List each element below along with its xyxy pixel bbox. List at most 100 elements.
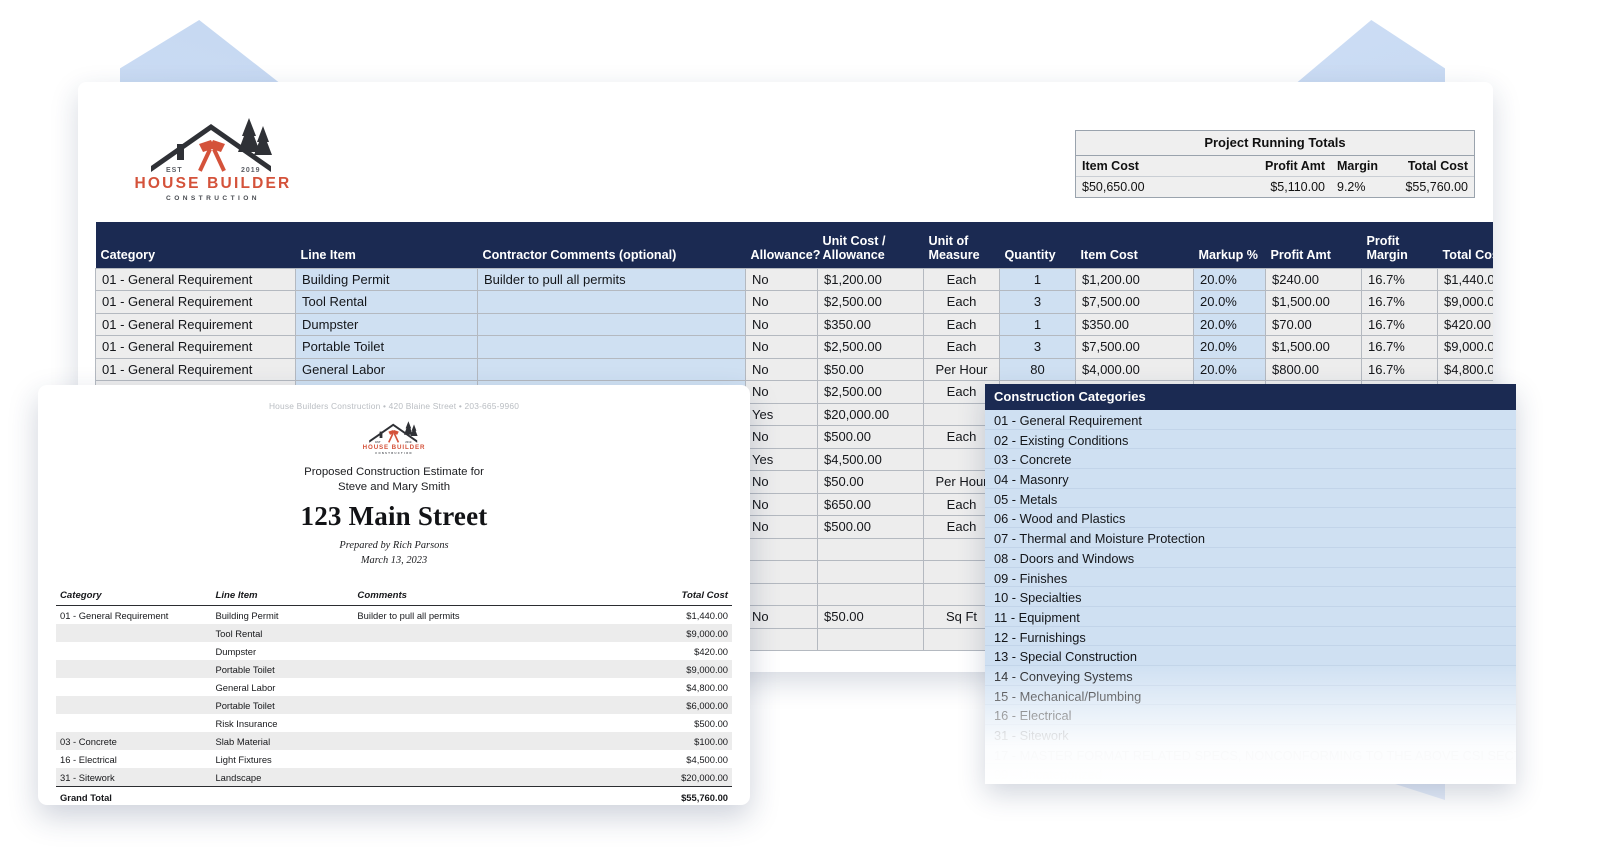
cell-qty[interactable]: 1 bbox=[1000, 313, 1076, 336]
cell-unit-cost[interactable] bbox=[818, 628, 924, 651]
cell-comments[interactable]: Builder to pull all permits bbox=[478, 268, 746, 291]
category-option[interactable]: 13 - Special Construction bbox=[985, 646, 1516, 666]
table-row[interactable]: 01 - General RequirementTool RentalNo$2,… bbox=[96, 291, 1494, 314]
table-row[interactable]: 01 - General RequirementDumpsterNo$350.0… bbox=[96, 313, 1494, 336]
col-header-category[interactable]: Category bbox=[96, 222, 296, 268]
col-header-total-cost[interactable]: Total Cost bbox=[1438, 222, 1494, 268]
cell-allowance[interactable]: No bbox=[746, 471, 818, 494]
cell-profit-amt[interactable]: $1,500.00 bbox=[1266, 291, 1362, 314]
cell-category[interactable]: 01 - General Requirement bbox=[96, 268, 296, 291]
col-header-markup[interactable]: Markup % bbox=[1194, 222, 1266, 268]
cell-profit-amt[interactable]: $70.00 bbox=[1266, 313, 1362, 336]
category-option[interactable]: 16 - Electrical bbox=[985, 705, 1516, 725]
cell-allowance[interactable]: No bbox=[746, 268, 818, 291]
cell-allowance[interactable]: No bbox=[746, 358, 818, 381]
cell-unit-cost[interactable]: $2,500.00 bbox=[818, 291, 924, 314]
category-option[interactable]: 31 - Sitework bbox=[985, 725, 1516, 745]
col-header-quantity[interactable]: Quantity bbox=[1000, 222, 1076, 268]
cell-profit-amt[interactable]: $240.00 bbox=[1266, 268, 1362, 291]
cell-allowance[interactable]: No bbox=[746, 313, 818, 336]
cell-unit-cost[interactable] bbox=[818, 561, 924, 584]
table-row[interactable]: 01 - General RequirementBuilding PermitB… bbox=[96, 268, 1494, 291]
cell-item-cost[interactable]: $4,000.00 bbox=[1076, 358, 1194, 381]
category-option[interactable]: 12 - Furnishings bbox=[985, 627, 1516, 647]
cell-item-cost[interactable]: $7,500.00 bbox=[1076, 336, 1194, 359]
cell-unit-cost[interactable]: $650.00 bbox=[818, 493, 924, 516]
cell-allowance[interactable]: Yes bbox=[746, 448, 818, 471]
category-option[interactable]: 01 - General Requirement bbox=[985, 410, 1516, 430]
cell-unit-cost[interactable]: $50.00 bbox=[818, 358, 924, 381]
cell-profit-margin[interactable]: 16.7% bbox=[1362, 358, 1438, 381]
cell-item-cost[interactable]: $1,200.00 bbox=[1076, 268, 1194, 291]
cell-unit-cost[interactable] bbox=[818, 583, 924, 606]
cell-unit-cost[interactable]: $20,000.00 bbox=[818, 403, 924, 426]
cell-category[interactable]: 01 - General Requirement bbox=[96, 358, 296, 381]
cell-unit-cost[interactable]: $500.00 bbox=[818, 426, 924, 449]
cell-markup[interactable]: 20.0% bbox=[1194, 268, 1266, 291]
cell-uom[interactable]: Each bbox=[924, 336, 1000, 359]
cell-profit-margin[interactable]: 16.7% bbox=[1362, 268, 1438, 291]
col-header-line-item[interactable]: Line Item bbox=[296, 222, 478, 268]
cell-qty[interactable]: 3 bbox=[1000, 336, 1076, 359]
cell-uom[interactable]: Each bbox=[924, 313, 1000, 336]
cell-category[interactable]: 01 - General Requirement bbox=[96, 336, 296, 359]
cell-allowance[interactable]: No bbox=[746, 426, 818, 449]
cell-markup[interactable]: 20.0% bbox=[1194, 336, 1266, 359]
cell-comments[interactable] bbox=[478, 313, 746, 336]
cell-allowance[interactable]: No bbox=[746, 606, 818, 629]
category-option[interactable]: 02 - Existing Conditions bbox=[985, 430, 1516, 450]
cell-total-cost[interactable]: $420.00 bbox=[1438, 313, 1494, 336]
cell-allowance[interactable] bbox=[746, 538, 818, 561]
col-header-profit-amt[interactable]: Profit Amt bbox=[1266, 222, 1362, 268]
table-row[interactable]: 01 - General RequirementPortable ToiletN… bbox=[96, 336, 1494, 359]
category-option[interactable]: 03 - Concrete bbox=[985, 449, 1516, 469]
cell-qty[interactable]: 80 bbox=[1000, 358, 1076, 381]
cell-allowance[interactable]: No bbox=[746, 493, 818, 516]
cell-allowance[interactable]: No bbox=[746, 336, 818, 359]
cell-unit-cost[interactable] bbox=[818, 538, 924, 561]
category-option[interactable]: 08 - Doors and Windows bbox=[985, 548, 1516, 568]
cell-markup[interactable]: 20.0% bbox=[1194, 291, 1266, 314]
table-row[interactable]: 01 - General RequirementGeneral LaborNo$… bbox=[96, 358, 1494, 381]
category-option[interactable]: 04 - Masonry bbox=[985, 469, 1516, 489]
cell-allowance[interactable] bbox=[746, 583, 818, 606]
cell-total-cost[interactable]: $1,440.00 bbox=[1438, 268, 1494, 291]
cell-line-item[interactable]: General Labor bbox=[296, 358, 478, 381]
cell-unit-cost[interactable]: $50.00 bbox=[818, 606, 924, 629]
col-header-item-cost[interactable]: Item Cost bbox=[1076, 222, 1194, 268]
cell-unit-cost[interactable]: $1,200.00 bbox=[818, 268, 924, 291]
cell-markup[interactable]: 20.0% bbox=[1194, 313, 1266, 336]
cell-comments[interactable] bbox=[478, 358, 746, 381]
cell-unit-cost[interactable]: $2,500.00 bbox=[818, 381, 924, 404]
cell-unit-cost[interactable]: $500.00 bbox=[818, 516, 924, 539]
cell-allowance[interactable] bbox=[746, 628, 818, 651]
categories-list[interactable]: 01 - General Requirement02 - Existing Co… bbox=[985, 410, 1516, 784]
category-option[interactable]: 07 - Thermal and Moisture Protection bbox=[985, 528, 1516, 548]
cell-allowance[interactable]: Yes bbox=[746, 403, 818, 426]
cell-line-item[interactable]: Dumpster bbox=[296, 313, 478, 336]
cell-allowance[interactable]: No bbox=[746, 381, 818, 404]
cell-qty[interactable]: 1 bbox=[1000, 268, 1076, 291]
cell-total-cost[interactable]: $9,000.00 bbox=[1438, 336, 1494, 359]
cell-uom[interactable]: Per Hour bbox=[924, 358, 1000, 381]
cell-uom[interactable]: Each bbox=[924, 291, 1000, 314]
category-option[interactable]: 10 - Specialties bbox=[985, 587, 1516, 607]
cell-category[interactable]: 01 - General Requirement bbox=[96, 313, 296, 336]
category-option[interactable]: 14 - Conveying Systems bbox=[985, 666, 1516, 686]
cell-profit-margin[interactable]: 16.7% bbox=[1362, 336, 1438, 359]
cell-allowance[interactable]: No bbox=[746, 516, 818, 539]
category-option[interactable]: 05 - Metals bbox=[985, 489, 1516, 509]
cell-unit-cost[interactable]: $2,500.00 bbox=[818, 336, 924, 359]
category-option[interactable]: 06 - Wood and Plastics bbox=[985, 508, 1516, 528]
cell-line-item[interactable]: Building Permit bbox=[296, 268, 478, 291]
cell-item-cost[interactable]: $7,500.00 bbox=[1076, 291, 1194, 314]
cell-comments[interactable] bbox=[478, 336, 746, 359]
cell-profit-amt[interactable]: $1,500.00 bbox=[1266, 336, 1362, 359]
col-header-allowance[interactable]: Allowance? bbox=[746, 222, 818, 268]
cell-category[interactable]: 01 - General Requirement bbox=[96, 291, 296, 314]
category-option[interactable]: 09 - Finishes bbox=[985, 568, 1516, 588]
cell-qty[interactable]: 3 bbox=[1000, 291, 1076, 314]
cell-allowance[interactable] bbox=[746, 561, 818, 584]
cell-unit-cost[interactable]: $4,500.00 bbox=[818, 448, 924, 471]
category-option[interactable]: 15 - Mechanical/Plumbing bbox=[985, 686, 1516, 706]
